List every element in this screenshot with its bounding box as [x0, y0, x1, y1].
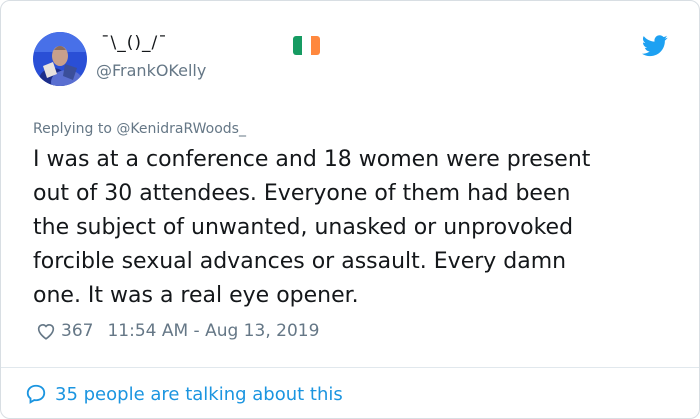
conversation-link[interactable]: 35 people are talking about this [25, 383, 343, 405]
avatar-photo [33, 32, 87, 86]
tweet-text: I was at a conference and 18 women were … [33, 147, 591, 308]
reply-mention-link[interactable]: @KenidraRWoods_ [116, 121, 246, 137]
replying-to: Replying to @KenidraRWoods_ [33, 121, 246, 137]
tweet-timestamp[interactable]: 11:54 AM - Aug 13, 2019 [107, 321, 319, 341]
replying-to-label: Replying to [33, 121, 117, 137]
avatar[interactable] [33, 32, 87, 86]
tweet-meta: 367 11:54 AM - Aug 13, 2019 [35, 319, 319, 343]
heart-outline-icon[interactable] [35, 320, 57, 342]
tweet-card: ¯\_()_/¯ @FrankOKelly Replying to @Kenid… [0, 0, 700, 419]
conversation-label[interactable]: 35 people are talking about this [55, 384, 343, 405]
ireland-flag-icon [293, 36, 320, 55]
like-count[interactable]: 367 [61, 321, 93, 341]
user-handle[interactable]: @FrankOKelly [96, 61, 206, 80]
twitter-bird-icon[interactable] [642, 35, 668, 57]
display-name[interactable]: ¯\_()_/¯ [101, 33, 168, 53]
divider [1, 367, 699, 368]
speech-bubble-icon [26, 384, 46, 404]
